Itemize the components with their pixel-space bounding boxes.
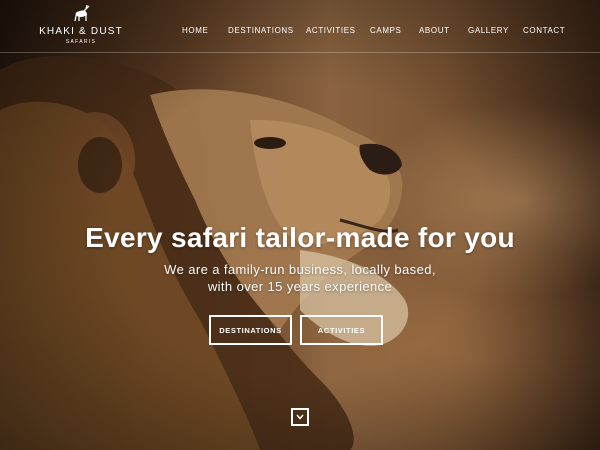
hero-headline: Every safari tailor-made for you — [85, 222, 515, 253]
site-header: KHAKI & DUST SAFARIS HOME DESTINATIONS A… — [0, 0, 600, 53]
nav-activities[interactable]: ACTIVITIES — [306, 26, 356, 35]
destinations-button-label: DESTINATIONS — [219, 325, 282, 335]
brand-tagline: SAFARIS — [65, 39, 97, 45]
brand-logo[interactable]: KHAKI & DUST SAFARIS — [38, 4, 124, 48]
hero-subline-2: with over 15 years experience — [207, 279, 393, 294]
hero-subline-1: We are a family-run business, locally ba… — [164, 262, 436, 277]
activities-button[interactable]: ACTIVITIES — [300, 315, 383, 345]
nav-about[interactable]: ABOUT — [419, 26, 450, 35]
nav-contact[interactable]: CONTACT — [523, 26, 565, 35]
nav-destinations[interactable]: DESTINATIONS — [228, 26, 294, 35]
brand-name: KHAKI & DUST — [39, 26, 123, 37]
nav-camps[interactable]: CAMPS — [370, 26, 401, 35]
home-page: KHAKI & DUST SAFARIS HOME DESTINATIONS A… — [0, 0, 600, 450]
destinations-button[interactable]: DESTINATIONS — [209, 315, 292, 345]
antelope-icon — [71, 4, 93, 27]
nav-home[interactable]: HOME — [182, 26, 208, 35]
scroll-down-button[interactable] — [291, 408, 309, 426]
activities-button-label: ACTIVITIES — [317, 325, 366, 335]
nav-gallery[interactable]: GALLERY — [468, 26, 509, 35]
chevron-down-icon — [296, 414, 304, 420]
